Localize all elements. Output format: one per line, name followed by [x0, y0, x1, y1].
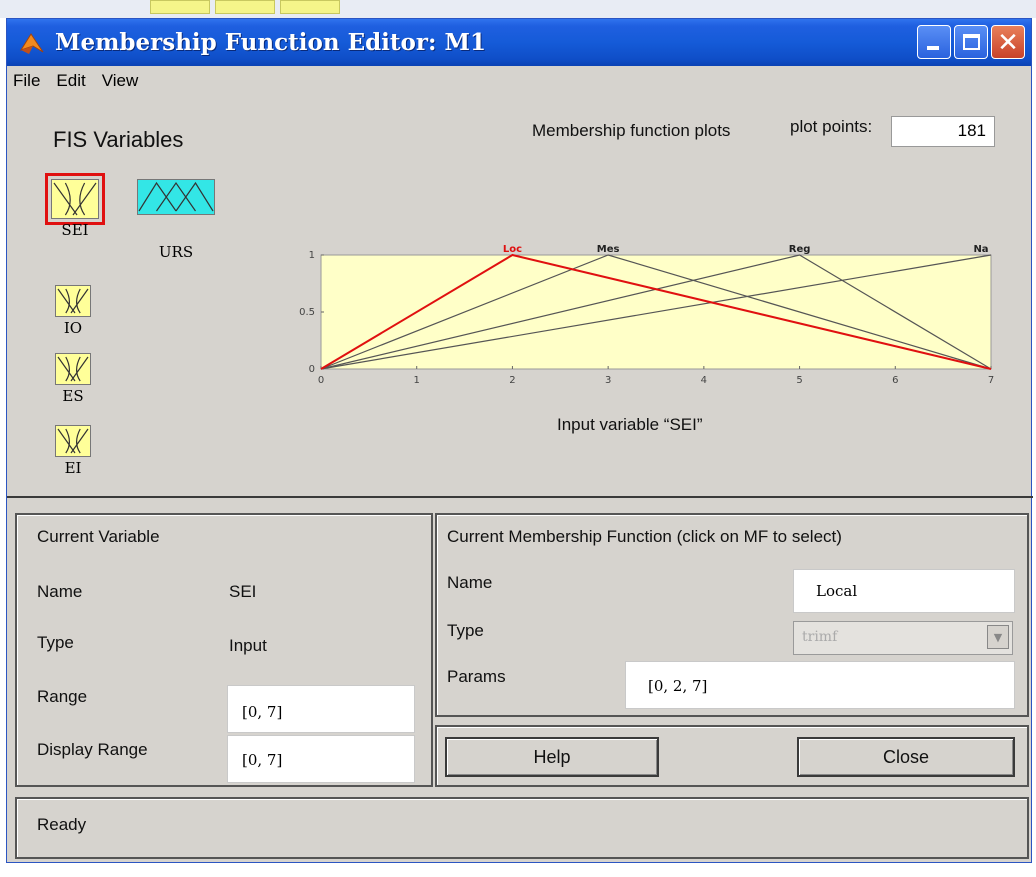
mf-shape-icon [55, 425, 91, 457]
menu-view[interactable]: View [102, 71, 139, 91]
mf-label-loc: Loc [503, 244, 522, 255]
mf-type-dropdown[interactable]: trimf ▼ [793, 621, 1013, 655]
mf-name-field[interactable]: Local [793, 569, 1015, 613]
mf-plots-label: Membership function plots [532, 121, 731, 140]
window-title: Membership Function Editor: M1 [55, 29, 486, 56]
mf-shape-icon [55, 285, 91, 317]
current-variable-title: Current Variable [37, 527, 160, 546]
mf-label-reg: Reg [789, 244, 811, 255]
desktop-icon [215, 0, 275, 14]
menu-file[interactable]: File [13, 71, 40, 91]
display-range-field[interactable]: [0, 7] [227, 735, 415, 783]
mf-shape-icon [137, 179, 215, 215]
current-variable-panel: Current Variable Name SEI Type Input Ran… [15, 513, 433, 787]
desktop-icon [150, 0, 210, 14]
close-icon: ✕ [997, 28, 1019, 58]
x-tick-label: 7 [988, 375, 994, 386]
variable-name-label: Name [37, 582, 83, 601]
mf-editor-window: Membership Function Editor: M1 ✕ File Ed… [6, 18, 1033, 863]
current-mf-panel: Current Membership Function (click on MF… [435, 513, 1029, 717]
range-field[interactable]: [0, 7] [227, 685, 415, 733]
x-tick-label: 0 [318, 375, 324, 386]
chevron-down-icon[interactable]: ▼ [987, 625, 1009, 649]
minimize-icon [927, 46, 939, 50]
mf-shape-icon [55, 353, 91, 385]
mf-label-na: Na [973, 244, 988, 255]
mf-params-label: Params [447, 667, 506, 686]
range-label: Range [37, 687, 88, 706]
x-tick-label: 1 [414, 375, 420, 386]
mf-type-label: Type [447, 621, 484, 640]
fis-variable-label: IO [63, 319, 83, 337]
mf-name-label: Name [447, 573, 493, 592]
x-tick-label: 4 [701, 375, 707, 386]
maximize-button[interactable] [954, 25, 988, 59]
x-tick-label: 6 [892, 375, 898, 386]
mf-type-value: trimf [802, 629, 838, 645]
desktop-icon [280, 0, 340, 14]
minimize-button[interactable] [917, 25, 951, 59]
button-panel: Help Close [435, 725, 1029, 787]
title-bar[interactable]: Membership Function Editor: M1 ✕ [7, 19, 1031, 66]
status-panel: Ready [15, 797, 1029, 859]
section-divider [7, 496, 1033, 498]
mf-params-field[interactable]: [0, 2, 7] [625, 661, 1015, 709]
maximize-icon [963, 34, 980, 50]
desktop-background [0, 0, 1036, 18]
variable-name-value: SEI [229, 582, 257, 601]
variable-type-value: Input [229, 636, 267, 655]
x-tick-label: 5 [796, 375, 802, 386]
status-text: Ready [37, 815, 87, 834]
membership-function-plot[interactable]: 0 1 2 3 4 5 6 7 0 0.5 1 Mes Reg Na Loc [283, 235, 1005, 395]
fis-variable-label: SEI [61, 221, 89, 239]
current-mf-title: Current Membership Function (click on MF… [447, 527, 842, 546]
input-variable-label: Input variable “SEI” [557, 415, 703, 434]
mf-label-mes: Mes [597, 244, 620, 255]
x-tick-label: 2 [509, 375, 515, 386]
fis-variable-label: EI [64, 459, 82, 477]
y-tick-label: 0.5 [299, 307, 315, 318]
matlab-icon [19, 32, 44, 54]
close-button[interactable]: Close [797, 737, 1015, 777]
help-button[interactable]: Help [445, 737, 659, 777]
fis-variable-label: URS [158, 243, 194, 261]
menu-edit[interactable]: Edit [56, 71, 85, 91]
fis-variables-title: FIS Variables [53, 127, 184, 152]
plot-points-label: plot points: [790, 117, 873, 136]
fis-variable-label: ES [62, 387, 84, 405]
menu-bar: File Edit View [7, 67, 1031, 95]
x-tick-label: 3 [605, 375, 611, 386]
variable-type-label: Type [37, 633, 74, 652]
y-tick-label: 0 [309, 364, 315, 375]
close-window-button[interactable]: ✕ [991, 25, 1025, 59]
display-range-label: Display Range [37, 740, 148, 759]
selection-frame [45, 173, 105, 225]
desktop-caption [0, 862, 1036, 877]
plot-points-input[interactable]: 181 [891, 116, 995, 147]
y-tick-label: 1 [309, 250, 315, 261]
